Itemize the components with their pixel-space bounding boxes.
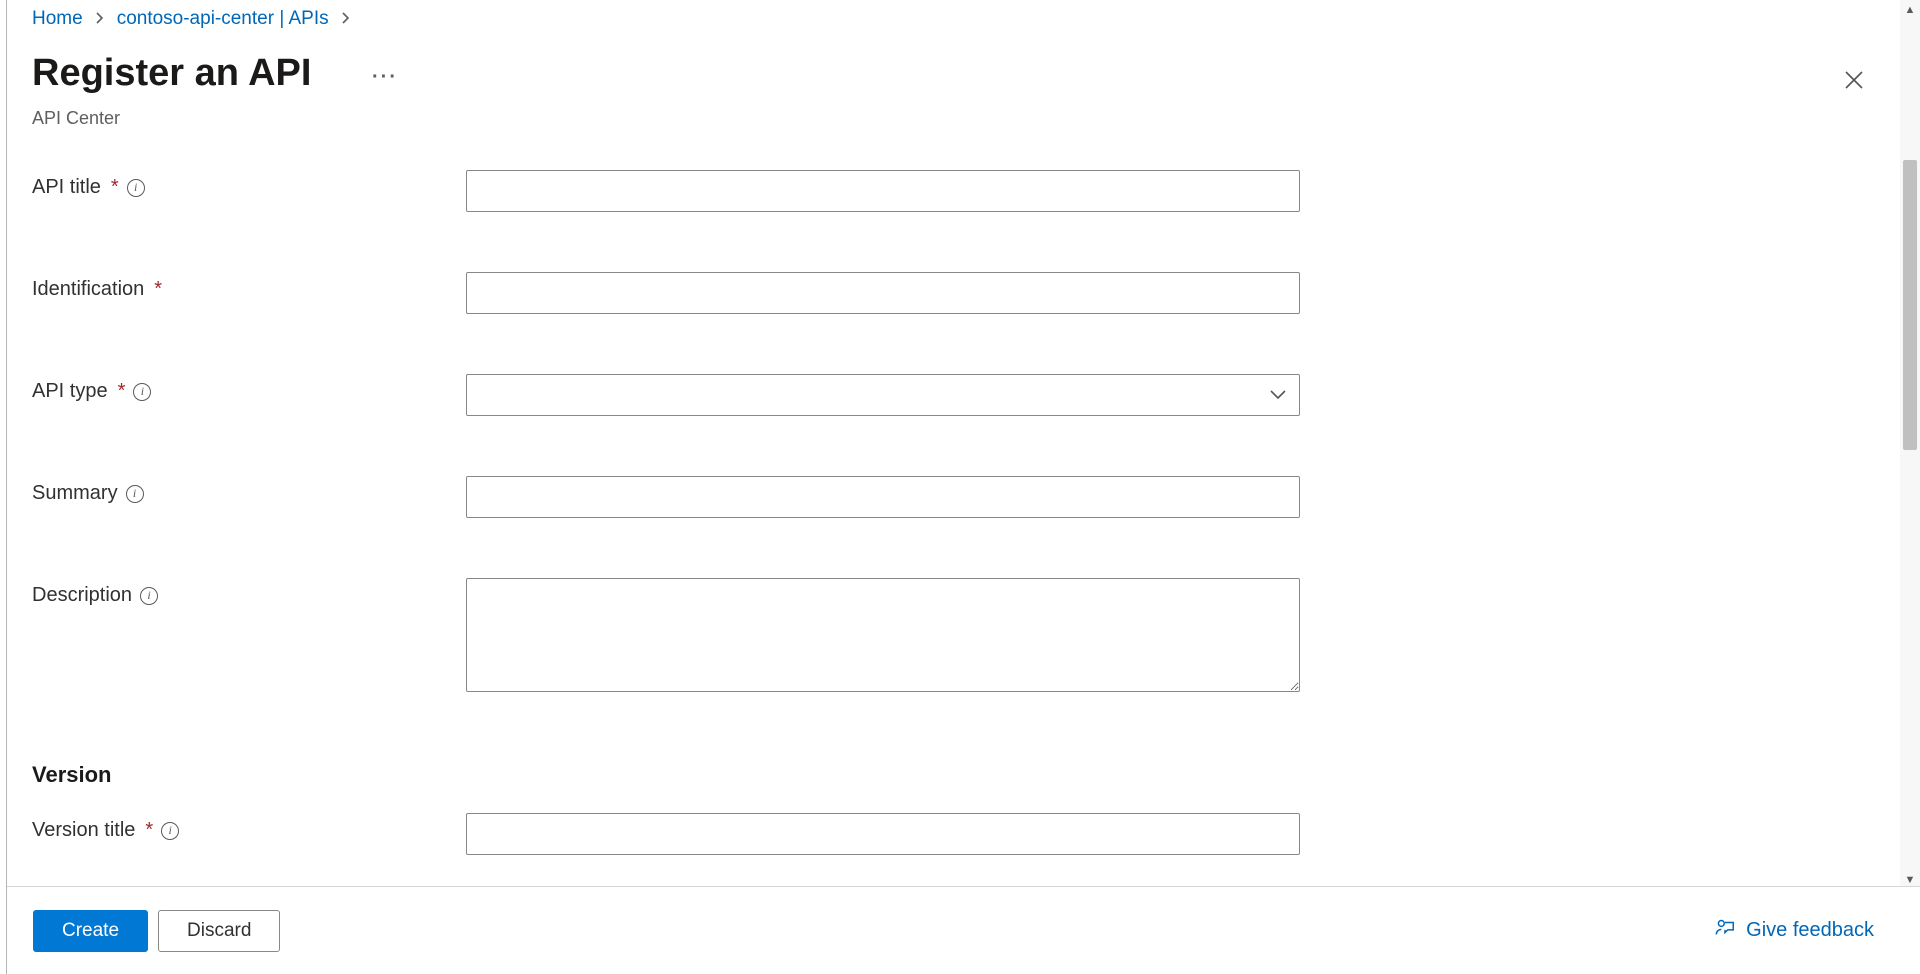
required-marker: * [145, 819, 153, 842]
page-title: Register an API [32, 52, 311, 95]
identification-input[interactable] [466, 272, 1300, 314]
close-button[interactable] [1834, 62, 1874, 102]
info-icon[interactable]: i [126, 485, 144, 503]
summary-input[interactable] [466, 476, 1300, 518]
version-title-input[interactable] [466, 813, 1300, 855]
summary-label: Summary i [32, 476, 466, 505]
summary-label-text: Summary [32, 482, 118, 505]
more-icon[interactable]: ··· [372, 66, 398, 89]
api-title-input[interactable] [466, 170, 1300, 212]
scroll-up-icon[interactable]: ▲ [1900, 0, 1920, 20]
create-button[interactable]: Create [33, 910, 148, 952]
info-icon[interactable]: i [133, 383, 151, 401]
info-icon[interactable]: i [127, 179, 145, 197]
identification-label: Identification * [32, 272, 466, 301]
breadcrumb-home[interactable]: Home [32, 8, 83, 30]
api-title-label-text: API title [32, 176, 101, 199]
version-heading: Version [32, 762, 1880, 788]
close-icon [1844, 70, 1864, 95]
form: API title * i Identification * API type … [32, 170, 1880, 874]
info-icon[interactable]: i [161, 822, 179, 840]
chevron-right-icon [95, 11, 105, 28]
breadcrumb: Home contoso-api-center | APIs [32, 8, 351, 30]
breadcrumb-center[interactable]: contoso-api-center | APIs [117, 8, 329, 30]
scrollbar[interactable]: ▲ ▼ [1900, 0, 1920, 890]
required-marker: * [111, 176, 119, 199]
discard-button[interactable]: Discard [158, 910, 280, 952]
footer: Create Discard Give feedback [7, 886, 1920, 974]
info-icon[interactable]: i [140, 587, 158, 605]
page-subtitle: API Center [32, 108, 120, 129]
required-marker: * [118, 380, 126, 403]
version-title-label-text: Version title [32, 819, 135, 842]
api-title-label: API title * i [32, 170, 466, 199]
description-textarea[interactable] [466, 578, 1300, 692]
left-border-rule [6, 0, 7, 974]
api-type-label: API type * i [32, 374, 466, 403]
give-feedback-link[interactable]: Give feedback [1714, 917, 1874, 945]
identification-label-text: Identification [32, 278, 144, 301]
description-label: Description i [32, 578, 466, 607]
feedback-label: Give feedback [1746, 919, 1874, 942]
scrollbar-thumb[interactable] [1903, 160, 1917, 450]
feedback-icon [1714, 917, 1736, 945]
api-type-label-text: API type [32, 380, 108, 403]
description-label-text: Description [32, 584, 132, 607]
chevron-right-icon [341, 11, 351, 28]
required-marker: * [154, 278, 162, 301]
version-title-label: Version title * i [32, 813, 466, 842]
api-type-select[interactable] [466, 374, 1300, 416]
